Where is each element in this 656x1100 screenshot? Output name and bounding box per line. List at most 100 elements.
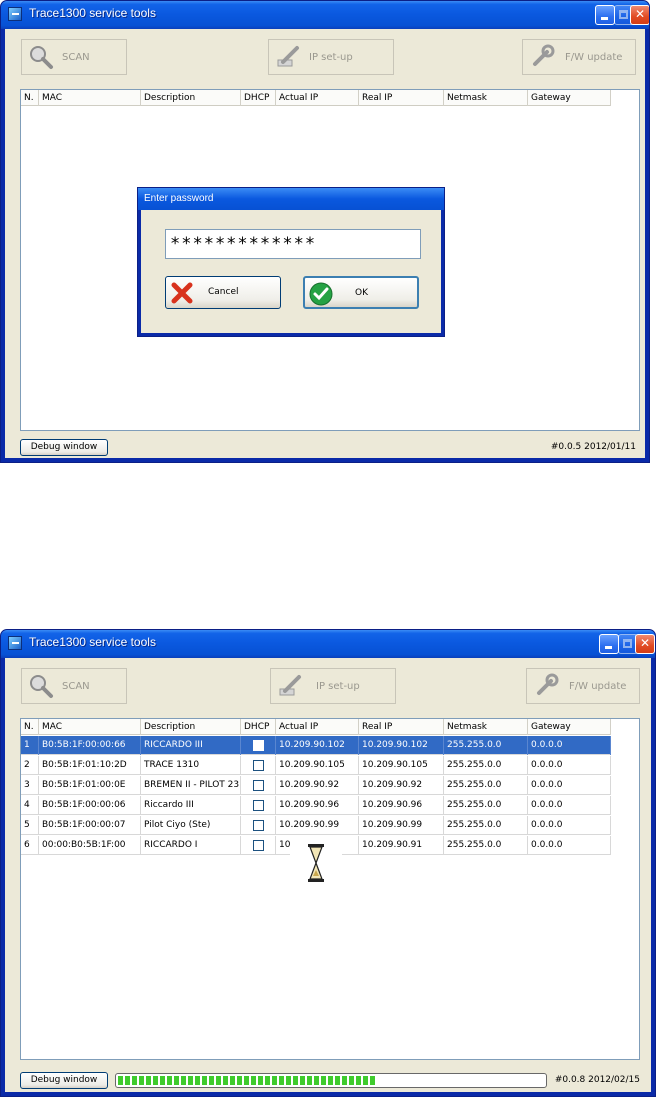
minimize-button[interactable] <box>599 634 619 654</box>
cell-real-ip: 10.209.90.91 <box>359 836 444 855</box>
version-label: #0.0.8 2012/02/15 <box>554 1075 640 1085</box>
col-netmask[interactable]: Netmask <box>444 719 528 735</box>
cell-mac: B0:5B:1F:01:00:0E <box>39 776 141 795</box>
ok-button[interactable]: OK <box>303 276 419 309</box>
cell-netmask: 255.255.0.0 <box>444 736 528 755</box>
magnifier-icon <box>30 675 53 698</box>
cell-mac: 00:00:B0:5B:1F:00 <box>39 836 141 855</box>
title-bar[interactable]: Trace1300 service tools ✕ <box>1 630 655 658</box>
fw-update-button[interactable]: F/W update <box>522 39 636 75</box>
cell-n: 1 <box>21 736 39 755</box>
cell-actual-ip: 10.209.90.102 <box>276 736 359 755</box>
col-description[interactable]: Description <box>141 719 241 735</box>
debug-window-button[interactable]: Debug window <box>20 1072 108 1089</box>
dhcp-checkbox[interactable] <box>253 740 264 751</box>
col-dhcp[interactable]: DHCP <box>241 90 276 106</box>
cell-dhcp <box>241 736 276 755</box>
device-list[interactable]: N. MAC Description DHCP Actual IP Real I… <box>20 718 640 1060</box>
pencil-icon <box>277 46 299 67</box>
app-icon <box>8 7 22 21</box>
app-icon <box>8 636 22 650</box>
col-netmask[interactable]: Netmask <box>444 90 528 106</box>
scan-button[interactable]: SCAN <box>21 39 127 75</box>
cell-real-ip: 10.209.90.99 <box>359 816 444 835</box>
col-actual-ip[interactable]: Actual IP <box>276 719 359 735</box>
table-row[interactable]: 5 B0:5B:1F:00:00:07 Pilot Ciyo (Ste) 10.… <box>21 816 611 835</box>
cell-dhcp <box>241 776 276 795</box>
scan-label: SCAN <box>62 52 90 63</box>
pencil-icon <box>279 675 301 696</box>
dhcp-checkbox[interactable] <box>253 820 264 831</box>
cell-dhcp <box>241 796 276 815</box>
ip-setup-button[interactable]: IP set-up <box>270 668 396 704</box>
cell-netmask: 255.255.0.0 <box>444 836 528 855</box>
col-mac[interactable]: MAC <box>39 90 141 106</box>
col-n[interactable]: N. <box>21 90 39 106</box>
cell-n: 4 <box>21 796 39 815</box>
cell-gateway: 0.0.0.0 <box>528 836 611 855</box>
dhcp-checkbox[interactable] <box>253 840 264 851</box>
password-input[interactable]: ************* <box>165 229 421 259</box>
cell-netmask: 255.255.0.0 <box>444 776 528 795</box>
col-dhcp[interactable]: DHCP <box>241 719 276 735</box>
fw-update-label: F/W update <box>569 681 627 692</box>
red-x-icon <box>171 282 193 304</box>
version-label: #0.0.5 2012/01/11 <box>550 442 636 452</box>
title-bar[interactable]: Trace1300 service tools ✕ <box>1 1 649 29</box>
cell-gateway: 0.0.0.0 <box>528 736 611 755</box>
col-real-ip[interactable]: Real IP <box>359 719 444 735</box>
close-button[interactable]: ✕ <box>630 5 649 25</box>
password-dialog: Enter password ************* Cancel OK <box>137 187 445 337</box>
col-actual-ip[interactable]: Actual IP <box>276 90 359 106</box>
ok-label: OK <box>355 288 368 298</box>
col-gateway[interactable]: Gateway <box>528 90 611 106</box>
cell-dhcp <box>241 836 276 855</box>
cell-real-ip: 10.209.90.92 <box>359 776 444 795</box>
cancel-button[interactable]: Cancel <box>165 276 281 309</box>
cell-description: RICCARDO III <box>141 736 241 755</box>
magnifier-icon <box>30 46 53 69</box>
cell-n: 6 <box>21 836 39 855</box>
table-row[interactable]: 2 B0:5B:1F:01:10:2D TRACE 1310 10.209.90… <box>21 756 611 775</box>
progress-fill <box>118 1076 376 1085</box>
scan-button[interactable]: SCAN <box>21 668 127 704</box>
wrench-icon <box>537 673 559 695</box>
cell-mac: B0:5B:1F:01:10:2D <box>39 756 141 775</box>
debug-window-button[interactable]: Debug window <box>20 439 108 456</box>
cell-actual-ip: 10.209.90.105 <box>276 756 359 775</box>
cell-mac: B0:5B:1F:00:00:06 <box>39 796 141 815</box>
list-header: N. MAC Description DHCP Actual IP Real I… <box>21 90 611 106</box>
bottom-bar: Debug window #0.0.8 2012/02/15 <box>20 1072 640 1092</box>
cell-description: TRACE 1310 <box>141 756 241 775</box>
col-real-ip[interactable]: Real IP <box>359 90 444 106</box>
cell-description: Pilot Ciyo (Ste) <box>141 816 241 835</box>
cell-actual-ip: 10.209.90.99 <box>276 816 359 835</box>
fw-update-button[interactable]: F/W update <box>526 668 640 704</box>
bottom-bar: Debug window #0.0.5 2012/01/11 <box>20 439 640 459</box>
dialog-title[interactable]: Enter password <box>138 188 444 210</box>
cell-gateway: 0.0.0.0 <box>528 816 611 835</box>
cell-real-ip: 10.209.90.96 <box>359 796 444 815</box>
table-row[interactable]: 4 B0:5B:1F:00:00:06 Riccardo III 10.209.… <box>21 796 611 815</box>
cell-mac: B0:5B:1F:00:00:66 <box>39 736 141 755</box>
scan-label: SCAN <box>62 681 90 692</box>
minimize-button[interactable] <box>595 5 615 25</box>
col-n[interactable]: N. <box>21 719 39 735</box>
table-row[interactable]: 3 B0:5B:1F:01:00:0E BREMEN II - PILOT 23… <box>21 776 611 795</box>
list-header: N. MAC Description DHCP Actual IP Real I… <box>21 719 611 735</box>
dhcp-checkbox[interactable] <box>253 800 264 811</box>
fw-update-label: F/W update <box>565 52 623 63</box>
progress-bar <box>115 1073 547 1088</box>
ip-setup-button[interactable]: IP set-up <box>268 39 394 75</box>
col-mac[interactable]: MAC <box>39 719 141 735</box>
dhcp-checkbox[interactable] <box>253 760 264 771</box>
table-row[interactable]: 1 B0:5B:1F:00:00:66 RICCARDO III 10.209.… <box>21 736 611 755</box>
ip-setup-label: IP set-up <box>309 52 353 63</box>
cell-actual-ip: 10.209.90.92 <box>276 776 359 795</box>
wrench-icon <box>533 44 555 66</box>
col-description[interactable]: Description <box>141 90 241 106</box>
close-button[interactable]: ✕ <box>635 634 655 654</box>
col-gateway[interactable]: Gateway <box>528 719 611 735</box>
cell-netmask: 255.255.0.0 <box>444 816 528 835</box>
dhcp-checkbox[interactable] <box>253 780 264 791</box>
